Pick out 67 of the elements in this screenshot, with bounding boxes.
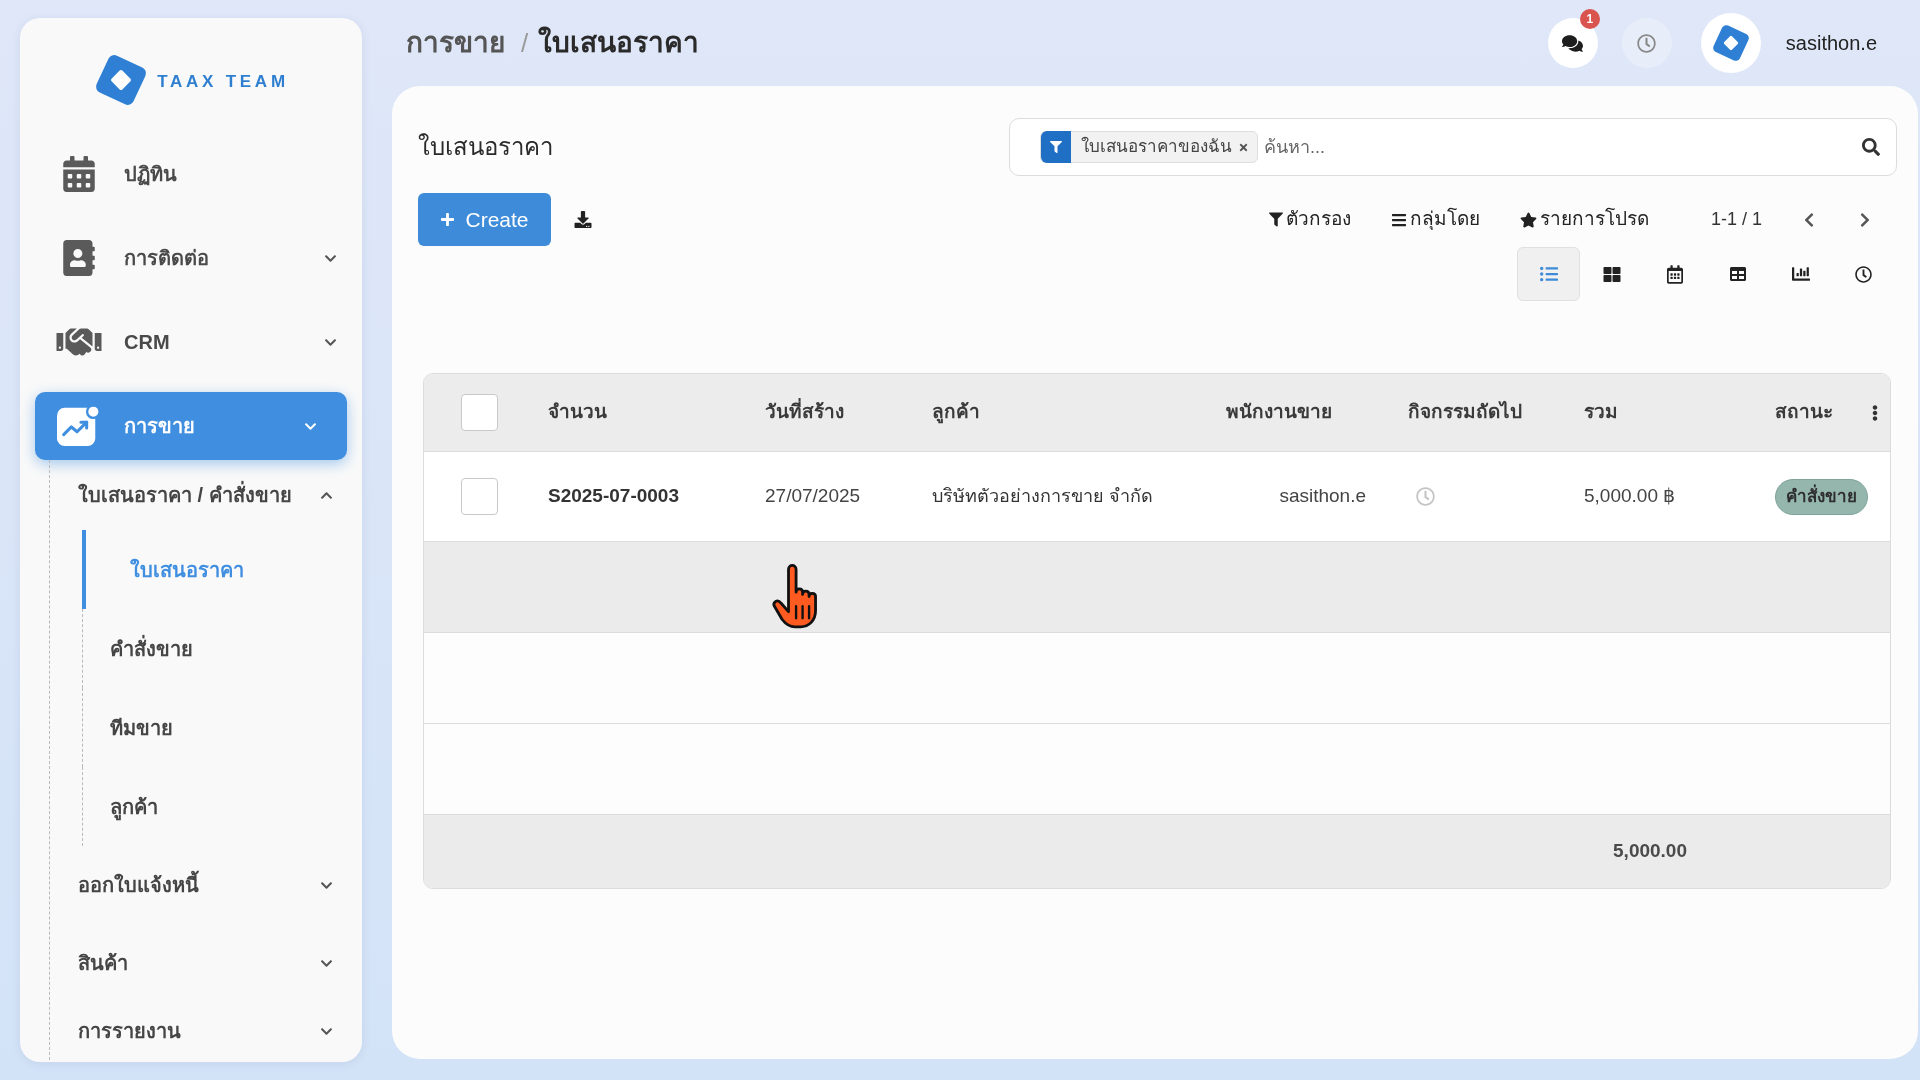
- table-row[interactable]: S2025-07-0003 27/07/2025 บริษัทตัวอย่างการขาย จำกัด sasithon.e 5,000.00 ฿ คำสั่งขาย: [424, 452, 1890, 542]
- clock-icon: [1855, 265, 1872, 283]
- toolbar-menu[interactable]: ตัวกรอง: [1268, 205, 1351, 234]
- plus-icon: [440, 212, 456, 227]
- grid-icon: [1602, 265, 1621, 283]
- submenu-item[interactable]: คำสั่งขาย: [82, 609, 362, 688]
- calendar-icon: [1666, 264, 1683, 284]
- toolbar-menu[interactable]: กลุ่มโดย: [1390, 205, 1480, 234]
- sales-chart-icon: [57, 404, 101, 448]
- submenu-item[interactable]: ออกใบแจ้งหนี้: [50, 846, 362, 924]
- checkbox[interactable]: [461, 478, 498, 515]
- page-title: ใบเสนอราคา: [538, 25, 700, 60]
- column-header[interactable]: วันที่สร้าง: [765, 398, 844, 427]
- checkbox[interactable]: [461, 394, 498, 431]
- facet-filter-icon: [1041, 131, 1071, 163]
- total-amount: 5,000.00: [1613, 839, 1687, 864]
- create-button[interactable]: Create: [418, 193, 551, 246]
- column-header[interactable]: รวม: [1584, 398, 1618, 427]
- column-header[interactable]: กิจกรรมถัดไป: [1408, 398, 1522, 427]
- view-switch-button[interactable]: [1517, 247, 1580, 301]
- facet-label: ใบเสนอราคาของฉัน: [1081, 135, 1232, 159]
- calendar-icon: [63, 156, 95, 192]
- column-header[interactable]: พนักงานขาย: [1226, 398, 1332, 427]
- filter-icon[interactable]: [1268, 212, 1283, 227]
- column-header[interactable]: ลูกค้า: [932, 398, 980, 427]
- pager-text: 1-1 / 1: [1710, 208, 1762, 231]
- sidebar-item[interactable]: การติดต่อ: [35, 224, 347, 292]
- submenu-item[interactable]: สินค้า: [50, 924, 362, 1002]
- user-name[interactable]: sasithon.e: [1785, 28, 1877, 58]
- table-cell: บริษัทตัวอย่างการขาย จำกัด: [932, 486, 1153, 506]
- chevron-right-icon[interactable]: [1858, 211, 1872, 228]
- breadcrumb-link[interactable]: การขาย: [406, 22, 505, 64]
- table-cell: 5,000.00 ฿: [1584, 485, 1676, 507]
- remove-icon[interactable]: [1238, 141, 1249, 153]
- notification-badge: 1: [1579, 9, 1600, 29]
- column-header[interactable]: จำนวน: [548, 398, 607, 427]
- download-icon[interactable]: [574, 211, 592, 228]
- submenu-item[interactable]: ทีมขาย: [82, 688, 362, 767]
- table-cell: S2025-07-0003: [548, 485, 679, 507]
- submenu-item[interactable]: การรายงาน: [50, 1002, 362, 1060]
- clock-icon: [1637, 33, 1657, 53]
- table-cell: 27/07/2025: [765, 485, 861, 507]
- table-cell-text: sasithon.e: [1279, 484, 1366, 509]
- submenu-item[interactable]: ลูกค้า: [82, 767, 362, 846]
- search-icon[interactable]: [1862, 138, 1880, 156]
- chat-icon: [1562, 33, 1584, 53]
- chevron-left-icon[interactable]: [1802, 211, 1816, 228]
- sidebar-item[interactable]: ปฏิทิน: [35, 140, 347, 208]
- breadcrumb-separator: /: [521, 26, 529, 60]
- bars-icon[interactable]: [1390, 211, 1407, 228]
- star-icon[interactable]: [1519, 211, 1537, 228]
- sidebar-item[interactable]: CRM: [35, 308, 347, 376]
- status-badge: คำสั่งขาย: [1775, 478, 1868, 515]
- activity-button[interactable]: [1621, 18, 1672, 68]
- submenu-item[interactable]: ใบเสนอราคา / คำสั่งขาย: [50, 460, 362, 530]
- list-icon: [1538, 265, 1559, 283]
- logo-text: TAAX TEAM: [157, 71, 289, 93]
- search-field[interactable]: ใบเสนอราคาของฉัน ค้นหา...: [1009, 118, 1897, 176]
- search-input[interactable]: ค้นหา...: [1264, 127, 1862, 167]
- more-options-icon[interactable]: [1872, 403, 1878, 422]
- hand-cursor-icon: [772, 563, 818, 629]
- panel-title: ใบเสนอราคา: [418, 132, 553, 162]
- column-header[interactable]: สถานะ: [1775, 398, 1833, 427]
- contact-book-icon: [63, 240, 95, 276]
- bar-chart-icon: [1790, 265, 1811, 283]
- table-icon: [1728, 266, 1747, 282]
- toolbar-menu[interactable]: รายการโปรด: [1519, 205, 1649, 234]
